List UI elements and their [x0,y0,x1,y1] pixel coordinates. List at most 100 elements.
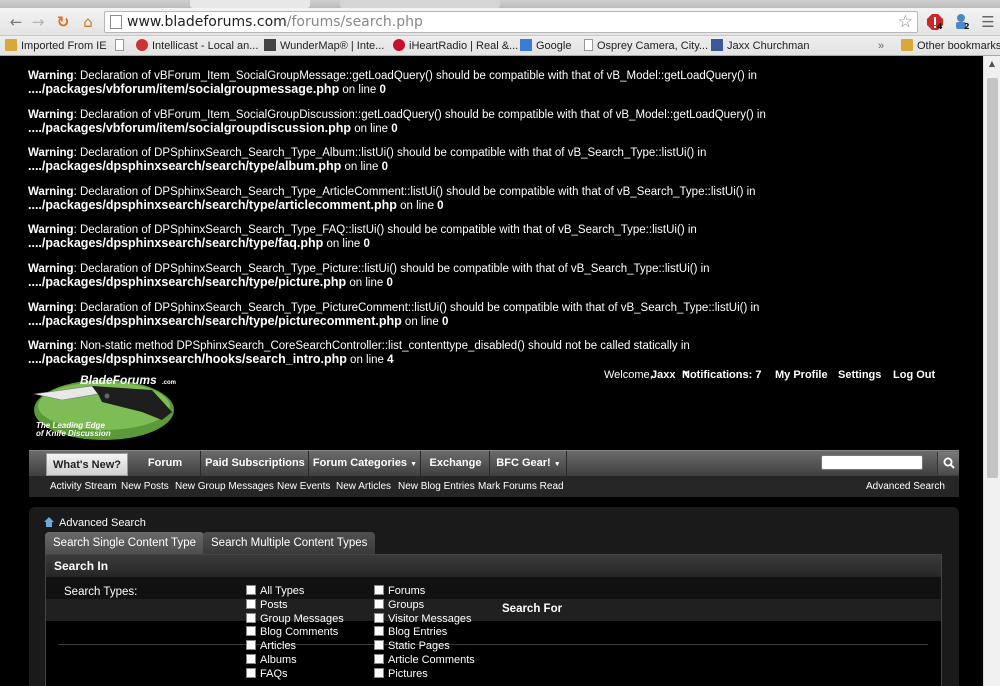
checkbox-icon[interactable] [374,598,384,609]
warning-text: : Declaration of DPSphinxSearch_Search_T… [73,263,710,275]
content-type-checkbox[interactable]: Static Pages [374,640,450,652]
address-url[interactable]: www.bladeforums.com/forums/search.php [127,14,423,30]
bookmark-osprey[interactable]: Osprey Camera, City... [584,39,708,53]
subnav-new-group-messages[interactable]: New Group Messages [175,481,274,492]
tab-bfc-gear[interactable]: BFC Gear! ▼ [491,451,567,476]
bookmark-wundermap[interactable]: WunderMap® | Inte... [264,39,384,53]
tab-whats-new[interactable]: What's New? [46,453,128,476]
bookmarks-overflow[interactable]: » [878,39,884,53]
reload-icon[interactable]: ↻ [53,12,73,32]
checkbox-icon[interactable] [246,640,256,651]
warning-text: : Declaration of DPSphinxSearch_Search_T… [73,224,697,237]
username-link[interactable]: Jaxx [651,369,675,381]
quick-search-input[interactable] [821,455,923,470]
warning-path: ..../packages/vbforum/item/socialgroupdi… [28,120,351,135]
checkbox-icon[interactable] [374,654,384,664]
subnav-new-articles[interactable]: New Articles [336,481,391,492]
content-type-checkbox[interactable]: Groups [374,598,424,611]
content-type-checkbox[interactable]: FAQs [246,667,288,680]
warning-message: Warning: Non-static method DPSphinxSearc… [28,340,690,367]
content-type-checkbox[interactable]: Pictures [374,667,428,680]
checkbox-icon[interactable] [374,667,384,678]
bookmark-label: Intellicast - Local an... [152,40,259,52]
bookmark-imported[interactable]: Imported From IE [5,39,107,53]
checkbox-icon[interactable] [246,612,256,623]
menu-icon[interactable]: ☰ [978,12,998,32]
checkbox-icon[interactable] [374,626,384,637]
bladeforums-logo[interactable]: BladeForums .com The Leading Edge of Kni… [32,372,182,442]
warning-path: ..../packages/dpsphinxsearch/search/type… [28,197,397,212]
subnav-new-events[interactable]: New Events [277,481,330,492]
bookmark-iheartradio[interactable]: iHeartRadio | Real &... [393,39,518,53]
checkbox-icon[interactable] [246,585,256,595]
tab-label: BFC Gear! [496,457,551,469]
bookmark-page[interactable] [115,39,128,53]
form-row [46,599,941,621]
warning-line: 0 [363,238,370,251]
warning-online: on line [341,161,382,174]
subnav-new-posts[interactable]: New Posts [121,481,169,492]
content-type-checkbox[interactable]: Blog Entries [374,626,447,638]
tab-paid-subscriptions[interactable]: Paid Subscriptions [202,451,309,476]
checkbox-label: Static Pages [388,640,450,653]
content-type-checkbox[interactable]: Posts [246,598,288,611]
tab-forum-categories[interactable]: Forum Categories ▼ [310,451,421,476]
my-profile-link[interactable]: My Profile [775,369,828,381]
tab-forum[interactable]: Forum [130,451,201,476]
checkbox-icon[interactable] [246,667,256,678]
content-type-checkbox[interactable]: Visitor Messages [374,612,472,625]
bookmarks-bar: Imported From IE Intellicast - Local an.… [0,36,1000,56]
browser-tab[interactable] [190,0,310,8]
bookmark-intellicast[interactable]: Intellicast - Local an... [136,39,258,53]
settings-link[interactable]: Settings [838,369,881,381]
bookmark-google[interactable]: Google [520,39,571,53]
warning-label: Warning [28,301,74,314]
checkbox-icon[interactable] [246,654,256,664]
warning-label: Warning [28,185,74,198]
tab-multiple-content-types[interactable]: Search Multiple Content Types [203,532,376,554]
home-icon[interactable]: ⌂ [78,12,98,32]
warning-online: on line [396,199,438,212]
tab-label: Forum Categories [312,457,408,469]
extension-badge: 2 [964,22,970,31]
checkbox-icon[interactable] [374,640,384,651]
chevron-down-icon: ▼ [682,369,690,378]
checkbox-icon[interactable] [246,626,256,637]
warning-text: : Declaration of DPSphinxSearch_Search_T… [73,147,707,160]
back-icon[interactable]: ← [6,12,26,32]
checkbox-icon[interactable] [246,598,256,609]
warning-path: ..../packages/dpsphinxsearch/hooks/searc… [28,352,347,367]
content-type-checkbox[interactable]: Blog Comments [246,626,338,638]
other-bookmarks[interactable]: Other bookmarks [901,39,1000,53]
extension-adblock-icon[interactable]: 4 [926,13,944,31]
address-bar[interactable]: www.bladeforums.com/forums/search.php ☆ [104,11,918,33]
content-type-checkbox[interactable]: Articles [246,640,296,652]
warning-label: Warning [28,340,74,353]
warning-path: ..../packages/dpsphinxsearch/search/type… [28,313,402,328]
checkbox-icon[interactable] [374,612,384,623]
bookmark-star-icon[interactable]: ☆ [898,12,913,32]
extension-user-icon[interactable]: 2 [953,13,971,31]
scrollbar-thumb[interactable] [987,78,998,478]
bookmark-jaxx[interactable]: Jaxx Churchman [711,39,810,53]
subnav-activity-stream[interactable]: Activity Stream [50,481,117,492]
tab-single-content-type[interactable]: Search Single Content Type [45,532,204,554]
forward-icon[interactable]: → [28,12,48,32]
logout-link[interactable]: Log Out [893,369,935,381]
tab-exchange[interactable]: Exchange [422,451,490,476]
chevron-down-icon: ▼ [553,461,561,468]
subnav-new-blog-entries[interactable]: New Blog Entries [398,481,475,492]
scroll-up-icon[interactable]: ▲ [984,56,1000,72]
content-type-checkbox[interactable]: Forums [374,585,425,597]
browser-tab[interactable] [340,0,500,8]
content-type-checkbox[interactable]: Group Messages [246,612,344,625]
subnav-advanced-search[interactable]: Advanced Search [866,481,945,492]
subnav-mark-forums-read[interactable]: Mark Forums Read [478,481,564,492]
search-icon[interactable] [937,452,959,475]
page-scrollbar[interactable]: ▲ [983,56,1000,686]
home-icon[interactable] [44,517,54,527]
checkbox-icon[interactable] [374,585,384,595]
content-type-checkbox[interactable]: All Types [246,585,304,597]
content-type-checkbox[interactable]: Article Comments [374,654,475,666]
content-type-checkbox[interactable]: Albums [246,654,297,666]
